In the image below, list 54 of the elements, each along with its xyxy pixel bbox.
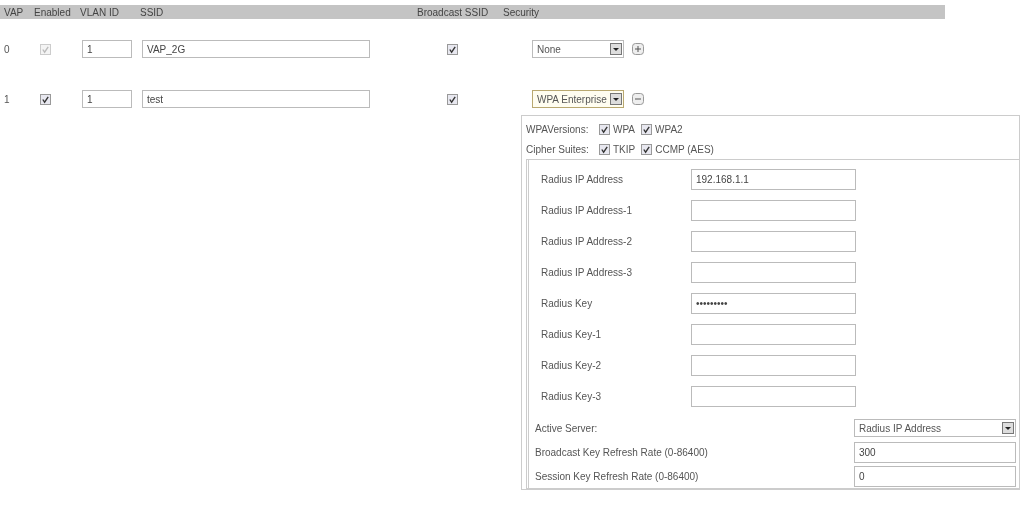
- input-field[interactable]: [691, 324, 856, 345]
- checkbox-label: CCMP (AES): [655, 143, 714, 155]
- input-field[interactable]: [691, 386, 856, 407]
- input-field[interactable]: [691, 200, 856, 221]
- caret-icon[interactable]: [1002, 422, 1014, 434]
- active-server-dropdown[interactable]: Radius IP Address: [854, 419, 1016, 437]
- input-field[interactable]: 300: [854, 441, 1016, 463]
- checkbox[interactable]: [446, 43, 458, 55]
- column-header: Enabled: [34, 6, 72, 18]
- input-field[interactable]: [691, 231, 856, 252]
- checkbox[interactable]: [641, 123, 653, 135]
- vap-index: 0: [3, 43, 11, 55]
- checkbox[interactable]: [446, 93, 458, 105]
- checkbox-label: TKIP: [613, 143, 636, 155]
- option-label: WPAVersions:: [526, 123, 590, 135]
- field-label: Radius IP Address-2: [540, 236, 633, 247]
- input-field[interactable]: [691, 355, 856, 376]
- field-label: Broadcast Key Refresh Rate (0-86400): [535, 446, 708, 458]
- column-header: Security: [503, 6, 541, 18]
- checkbox-label: WPA: [613, 123, 636, 135]
- input-field[interactable]: •••••••••: [691, 293, 856, 314]
- input-field[interactable]: 192.168.1.1: [691, 169, 856, 190]
- checkbox[interactable]: [641, 143, 653, 155]
- ssid-field[interactable]: VAP_2G: [142, 40, 370, 58]
- field-label: Radius Key: [540, 298, 594, 309]
- field-label: Radius IP Address: [540, 174, 625, 185]
- ssid-field[interactable]: test: [142, 90, 370, 108]
- field-label: Radius IP Address-3: [540, 267, 633, 278]
- input-field[interactable]: 0: [854, 465, 1016, 487]
- checkbox[interactable]: [599, 123, 610, 135]
- field-label: Active Server:: [535, 422, 598, 434]
- vap-index: 1: [3, 93, 11, 105]
- collapse-icon[interactable]: [632, 93, 644, 105]
- checkbox[interactable]: [599, 143, 610, 155]
- vlan-id-field[interactable]: 1: [82, 40, 132, 58]
- expand-icon[interactable]: [632, 43, 644, 55]
- checkbox[interactable]: [40, 93, 51, 105]
- checkbox-label: WPA2: [655, 123, 683, 135]
- column-header: VAP: [3, 6, 25, 18]
- field-label: Radius Key-3: [540, 391, 603, 402]
- field-label: Radius Key-1: [540, 329, 603, 340]
- input-field[interactable]: [691, 262, 856, 283]
- field-label: Radius Key-2: [540, 360, 603, 371]
- column-header: VLAN ID: [80, 6, 120, 18]
- column-header: SSID: [140, 6, 165, 18]
- field-label: Radius IP Address-1: [540, 205, 633, 216]
- caret-icon[interactable]: [610, 43, 622, 55]
- column-header: Broadcast SSID: [417, 6, 490, 18]
- security-dropdown[interactable]: None: [532, 40, 624, 58]
- vlan-id-field[interactable]: 1: [82, 90, 132, 108]
- option-label: Cipher Suites:: [526, 143, 590, 155]
- caret-icon[interactable]: [610, 93, 622, 105]
- field-label: Session Key Refresh Rate (0-86400): [535, 470, 699, 482]
- security-dropdown[interactable]: WPA Enterprise: [532, 90, 624, 108]
